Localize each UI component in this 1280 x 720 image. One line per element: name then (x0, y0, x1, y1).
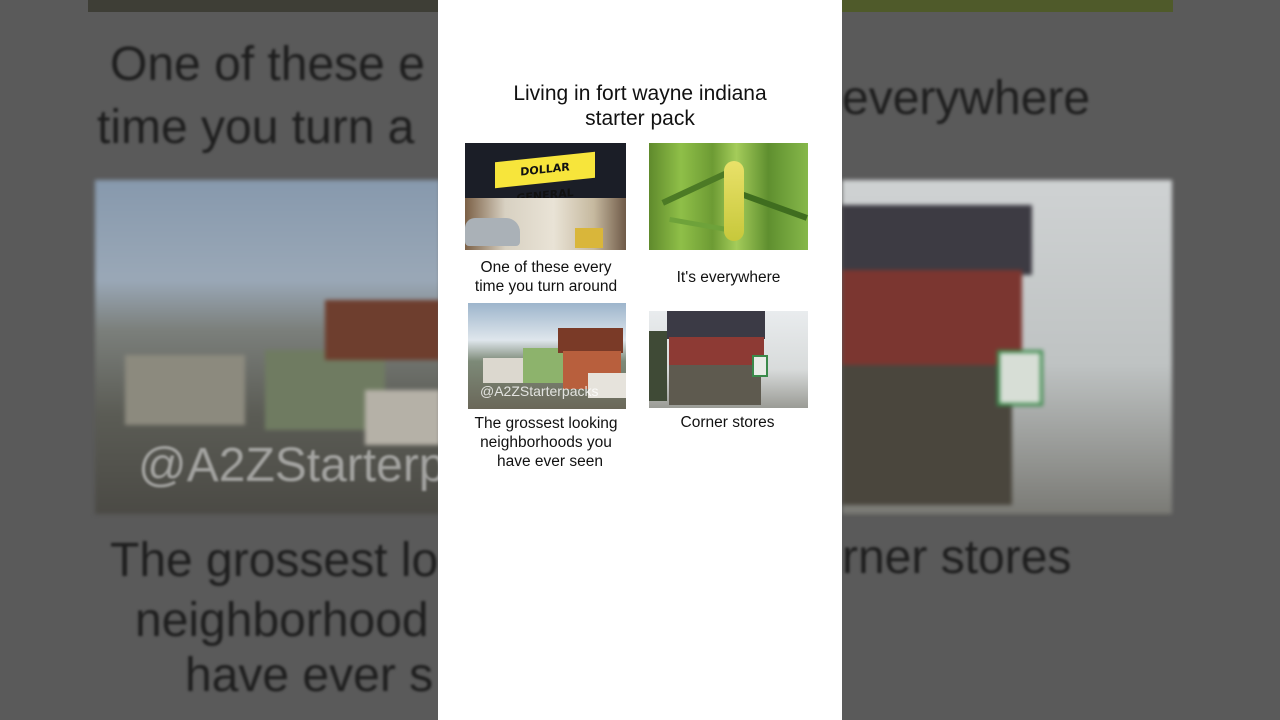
bg-caption-left-line3: have ever s (185, 649, 434, 702)
bg-caption-right: rner stores (842, 531, 1072, 584)
bg-top-strip-right (842, 0, 1173, 12)
meme-title-line2: starter pack (585, 107, 695, 130)
bg-watermark: @A2ZStarterp (138, 439, 446, 492)
bg-caption-right-top: everywhere (842, 72, 1091, 125)
dollar-general-photo: DOLLAR GENERAL (465, 143, 626, 250)
corn-field-photo (649, 143, 808, 250)
bg-caption-left-line1: The grossest lo (110, 534, 439, 587)
meme-card: Living in fort wayne indiana starter pac… (438, 0, 842, 720)
bg-caption-left-bottom: time you turn a (97, 101, 415, 154)
caption-neighborhood: The grossest looking neighborhoods you h… (474, 415, 618, 470)
caption-dollar-general: One of these every time you turn around (474, 259, 618, 295)
bg-caption-left-top: One of these e (110, 38, 425, 91)
corner-store-photo (649, 311, 808, 408)
meme-title-line1: Living in fort wayne indiana (513, 82, 767, 105)
meme-title: Living in fort wayne indiana starter pac… (438, 81, 842, 131)
caption-corner-stores: Corner stores (680, 414, 775, 431)
caption-corn: It's everywhere (676, 269, 781, 286)
neighborhood-photo: @A2ZStarterpacks (468, 303, 626, 409)
bg-corner-store-photo (842, 180, 1172, 514)
photo-watermark: @A2ZStarterpacks (480, 383, 599, 399)
bg-caption-left-line2: neighborhood (135, 594, 429, 647)
